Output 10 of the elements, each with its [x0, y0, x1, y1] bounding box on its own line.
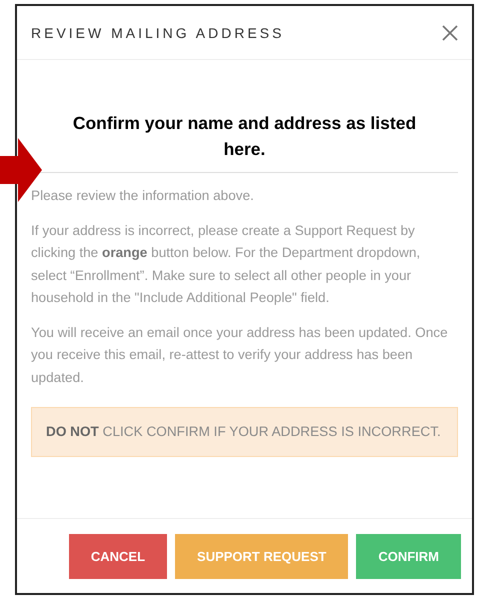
- body-paragraph: If your address is incorrect, please create a Support Request by clicking the orange button below. For the Department dropdown, select “Enrollment”. Make sure to select all other people in your household in the "Include Additional People" field.: [31, 222, 422, 307]
- support-button[interactable]: SUPPORT REQUEST: [175, 534, 348, 578]
- close-button[interactable]: [440, 22, 460, 42]
- confirm-button[interactable]: CONFIRM: [356, 534, 461, 578]
- body-paragraph: You will receive an email once your address has been updated. Once you receive this email, re-attest to verify your address has been updated.: [31, 324, 449, 387]
- dialog-title: REVIEW MAILING ADDRESS: [31, 24, 284, 40]
- cancel-button[interactable]: CANCEL: [68, 534, 168, 578]
- close-icon: [440, 22, 460, 42]
- warning-notice: DO NOT CLICK CONFIRM IF YOUR ADDRESS IS INCORRECT.: [31, 407, 458, 457]
- body-paragraph: Please review the information above.: [31, 187, 255, 205]
